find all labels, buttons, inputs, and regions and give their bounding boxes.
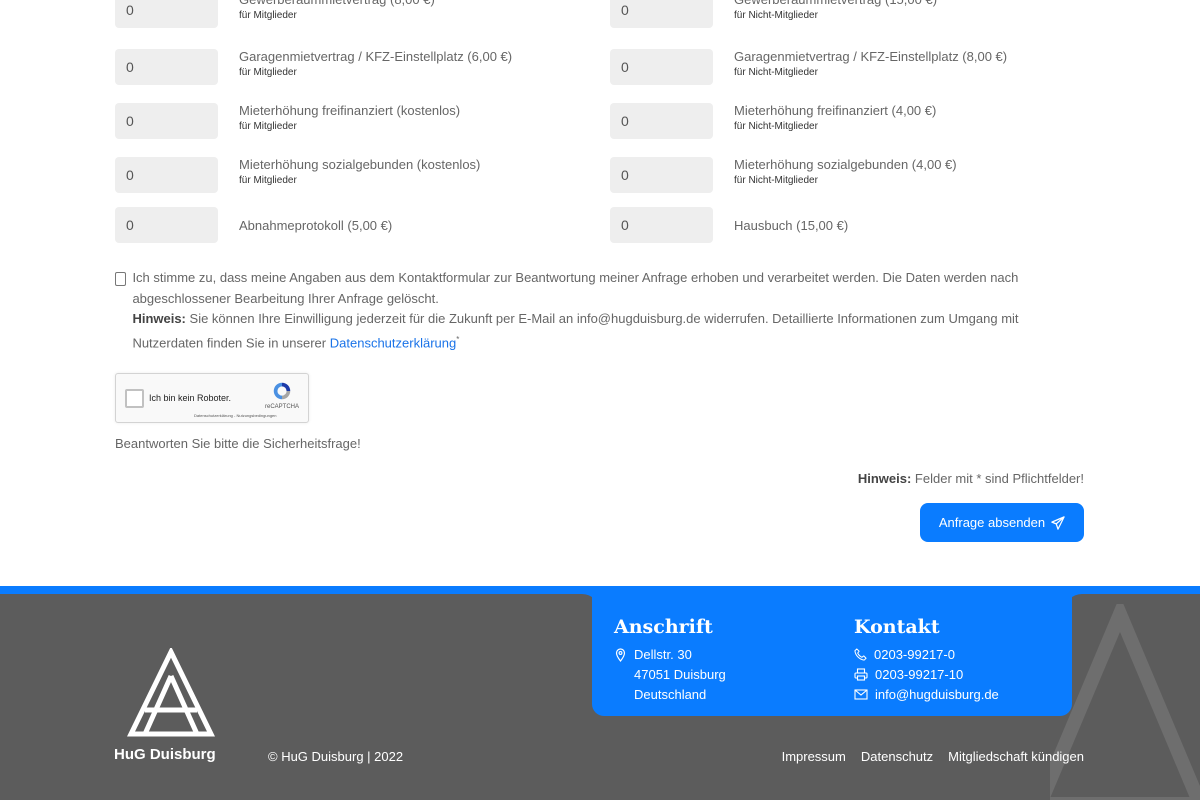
item-title: Mieterhöhung sozialgebunden (4,00 €) bbox=[734, 157, 957, 172]
quantity-input[interactable] bbox=[115, 207, 218, 243]
required-fields-hint: Hinweis: Felder mit * sind Pflichtfelder… bbox=[858, 471, 1084, 486]
envelope-icon bbox=[854, 689, 868, 700]
form-row-left: Garagenmietvertrag / KFZ-Einstellplatz (… bbox=[115, 49, 512, 85]
quantity-input[interactable] bbox=[610, 0, 713, 28]
copyright-text: © HuG Duisburg | 2022 bbox=[268, 749, 404, 764]
form-row-right: Gewerberaummietvertrag (15,00 €) für Nic… bbox=[610, 0, 937, 28]
footer-links: Impressum Datenschutz Mitgliedschaft kün… bbox=[782, 749, 1084, 764]
phone-line[interactable]: 0203-99217-0 bbox=[854, 647, 955, 662]
item-subtitle: für Mitglieder bbox=[239, 175, 297, 186]
location-pin-icon bbox=[615, 647, 626, 662]
quantity-input[interactable] bbox=[610, 49, 713, 85]
item-label: Gewerberaummietvertrag (15,00 €) für Nic… bbox=[734, 0, 937, 22]
fax-icon bbox=[854, 668, 868, 681]
item-title: Gewerberaummietvertrag (15,00 €) bbox=[734, 0, 937, 8]
phone-icon bbox=[854, 648, 867, 661]
city: 47051 Duisburg bbox=[634, 667, 726, 682]
recaptcha-icon bbox=[273, 382, 291, 400]
quantity-input[interactable] bbox=[115, 0, 218, 28]
form-row-right: Mieterhöhung freifinanziert (4,00 €) für… bbox=[610, 103, 936, 139]
item-subtitle: für Mitglieder bbox=[239, 10, 297, 21]
fax-number: 0203-99217-10 bbox=[875, 667, 964, 682]
item-label: Mieterhöhung freifinanziert (4,00 €) für… bbox=[734, 102, 936, 133]
quantity-input[interactable] bbox=[610, 103, 713, 139]
email-line[interactable]: info@hugduisburg.de bbox=[854, 687, 999, 702]
item-title: Gewerberaummietvertrag (8,00 €) bbox=[239, 0, 435, 8]
item-label: Mieterhöhung sozialgebunden (kostenlos) … bbox=[239, 156, 480, 187]
item-title: Mieterhöhung sozialgebunden (kostenlos) bbox=[239, 157, 481, 172]
item-label: Gewerberaummietvertrag (8,00 €) für Mitg… bbox=[239, 0, 435, 22]
submit-request-button[interactable]: Anfrage absenden bbox=[920, 503, 1084, 542]
email-address: info@hugduisburg.de bbox=[875, 687, 999, 702]
required-hint-text: Felder mit * sind Pflichtfelder! bbox=[914, 471, 1084, 486]
form-row-left: Mieterhöhung sozialgebunden (kostenlos) … bbox=[115, 157, 480, 193]
item-subtitle: für Nicht-Mitglieder bbox=[734, 67, 818, 78]
recaptcha-brand: reCAPTCHA bbox=[265, 404, 300, 410]
form-row-right: Mieterhöhung sozialgebunden (4,00 €) für… bbox=[610, 157, 957, 193]
privacy-link[interactable]: Datenschutz bbox=[861, 749, 933, 764]
address-title: Anschrift bbox=[614, 616, 713, 638]
consent-hint-label: Hinweis: bbox=[132, 311, 186, 326]
form-row-right: Hausbuch (15,00 €) bbox=[610, 207, 848, 243]
send-icon bbox=[1051, 515, 1065, 530]
consent-checkbox[interactable] bbox=[115, 272, 127, 286]
item-subtitle: für Mitglieder bbox=[239, 67, 297, 78]
form-row-left: Abnahmeprotokoll (5,00 €) bbox=[115, 207, 392, 243]
contact-panel: Anschrift Dellstr. 30 47051 Duisburg Deu… bbox=[592, 594, 1072, 716]
form-row-left: Mieterhöhung freifinanziert (kostenlos) … bbox=[115, 103, 460, 139]
recaptcha-terms-link[interactable]: Datenschutzerklärung - Nutzungsbedingung… bbox=[194, 413, 277, 418]
recaptcha-label: Ich bin kein Roboter. bbox=[149, 393, 232, 403]
item-title: Garagenmietvertrag / KFZ-Einstellplatz (… bbox=[239, 49, 513, 64]
item-subtitle: für Nicht-Mitglieder bbox=[734, 10, 818, 21]
street: Dellstr. 30 bbox=[634, 647, 692, 662]
item-title: Mieterhöhung freifinanziert (4,00 €) bbox=[734, 103, 937, 118]
address-line: Dellstr. 30 bbox=[614, 647, 692, 662]
contact-title: Kontakt bbox=[854, 616, 940, 638]
item-label: Garagenmietvertrag / KFZ-Einstellplatz (… bbox=[239, 48, 512, 79]
background-triangle-decoration bbox=[1050, 604, 1200, 800]
security-question-hint: Beantworten Sie bitte die Sicherheitsfra… bbox=[115, 436, 361, 451]
fax-line: 0203-99217-10 bbox=[854, 667, 963, 682]
item-label: Garagenmietvertrag / KFZ-Einstellplatz (… bbox=[734, 48, 1007, 79]
hug-logo-icon[interactable] bbox=[127, 648, 215, 740]
recaptcha-widget: Ich bin kein Roboter. reCAPTCHA Datensch… bbox=[115, 373, 309, 423]
quantity-input[interactable] bbox=[115, 157, 218, 193]
submit-label: Anfrage absenden bbox=[938, 515, 1046, 530]
required-star: * bbox=[456, 334, 460, 344]
consent-statement: Ich stimme zu, dass meine Angaben aus de… bbox=[132, 270, 1019, 306]
quantity-input[interactable] bbox=[610, 207, 713, 243]
item-label: Mieterhöhung freifinanziert (kostenlos) … bbox=[239, 102, 460, 133]
country: Deutschland bbox=[634, 687, 707, 702]
consent-text: Ich stimme zu, dass meine Angaben aus de… bbox=[132, 268, 1090, 353]
required-hint-label: Hinweis: bbox=[857, 471, 912, 486]
item-title: Mieterhöhung freifinanziert (kostenlos) bbox=[239, 103, 461, 118]
consent-hint-text: Sie können Ihre Einwilligung jederzeit f… bbox=[132, 311, 1019, 350]
item-title: Abnahmeprotokoll (5,00 €) bbox=[239, 218, 393, 233]
item-title: Garagenmietvertrag / KFZ-Einstellplatz (… bbox=[734, 49, 1008, 64]
quantity-input[interactable] bbox=[115, 103, 218, 139]
impressum-link[interactable]: Impressum bbox=[782, 749, 846, 764]
recaptcha-checkbox[interactable] bbox=[125, 389, 144, 408]
quantity-input[interactable] bbox=[115, 49, 218, 85]
item-title: Hausbuch (15,00 €) bbox=[734, 218, 849, 233]
site-footer: Anschrift Dellstr. 30 47051 Duisburg Deu… bbox=[0, 586, 1200, 800]
privacy-policy-link[interactable]: Datenschutzerklärung bbox=[330, 335, 456, 350]
item-subtitle: für Nicht-Mitglieder bbox=[734, 121, 818, 132]
phone-number: 0203-99217-0 bbox=[874, 647, 955, 662]
item-subtitle: für Nicht-Mitglieder bbox=[734, 175, 818, 186]
item-label: Mieterhöhung sozialgebunden (4,00 €) für… bbox=[734, 156, 957, 187]
item-label: Abnahmeprotokoll (5,00 €) bbox=[239, 217, 392, 234]
item-subtitle: für Mitglieder bbox=[239, 121, 297, 132]
cancel-membership-link[interactable]: Mitgliedschaft kündigen bbox=[948, 749, 1084, 764]
consent-block: Ich stimme zu, dass meine Angaben aus de… bbox=[115, 268, 1090, 353]
item-label: Hausbuch (15,00 €) bbox=[734, 217, 848, 234]
form-row-right: Garagenmietvertrag / KFZ-Einstellplatz (… bbox=[610, 49, 1007, 85]
form-row-left: Gewerberaummietvertrag (8,00 €) für Mitg… bbox=[115, 0, 435, 28]
brand-name: HuG Duisburg bbox=[114, 746, 216, 763]
quantity-input[interactable] bbox=[610, 157, 713, 193]
